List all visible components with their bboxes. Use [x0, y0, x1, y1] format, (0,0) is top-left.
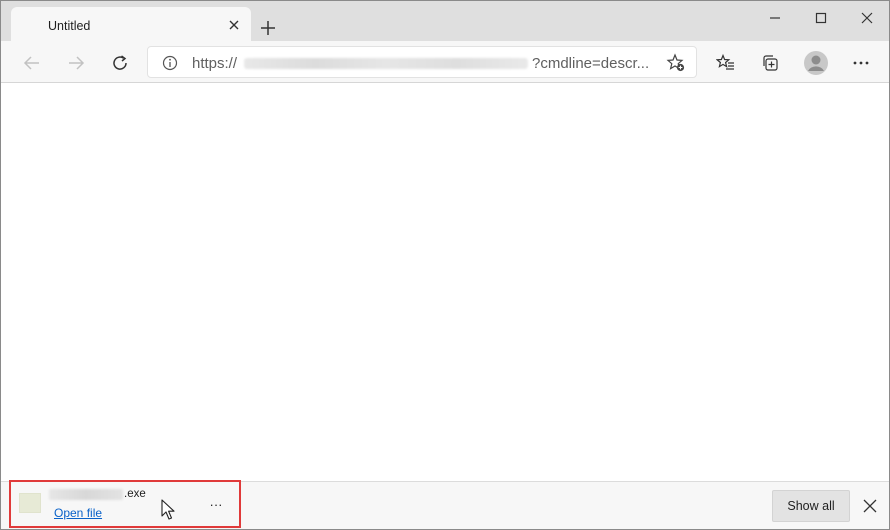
page-favicon-icon — [25, 17, 39, 31]
address-bar[interactable]: https:// ?cmdline=descr... — [147, 46, 697, 78]
close-icon[interactable] — [859, 495, 881, 517]
arrow-right-icon[interactable] — [62, 49, 90, 77]
close-icon[interactable] — [225, 16, 243, 34]
star-add-icon[interactable] — [666, 53, 686, 73]
collections-icon[interactable] — [756, 49, 784, 77]
avatar-icon[interactable] — [802, 49, 830, 77]
download-more-button[interactable]: ··· — [203, 493, 229, 515]
file-extension: .exe — [124, 488, 146, 500]
navigation-toolbar: https:// ?cmdline=descr... — [1, 41, 889, 83]
minimize-icon[interactable] — [757, 7, 793, 29]
url-prefix: https:// — [192, 55, 238, 72]
mouse-cursor-icon — [161, 499, 177, 521]
refresh-icon[interactable] — [106, 49, 134, 77]
url-redacted — [244, 58, 528, 69]
more-horizontal-icon[interactable] — [847, 49, 875, 77]
open-file-link[interactable]: Open file — [54, 506, 102, 520]
tab-untitled[interactable]: Untitled — [11, 7, 251, 41]
favorites-list-icon[interactable] — [712, 49, 740, 77]
window-close-icon[interactable] — [849, 7, 885, 29]
show-all-button[interactable]: Show all — [772, 490, 850, 522]
file-icon — [19, 493, 41, 513]
info-icon[interactable] — [162, 55, 178, 71]
plus-icon[interactable] — [257, 17, 279, 39]
arrow-left-icon[interactable] — [18, 49, 46, 77]
url-suffix: ?cmdline=descr... — [532, 55, 650, 72]
page-content — [1, 84, 889, 481]
tab-title: Untitled — [48, 19, 91, 33]
maximize-icon[interactable] — [803, 7, 839, 29]
file-name-redacted — [49, 489, 123, 500]
download-bar: .exe Open file ··· Show all — [1, 480, 889, 529]
browser-window: Untitled https:// ?cmdline=descr... .exe… — [0, 0, 890, 530]
title-bar: Untitled — [1, 1, 889, 41]
